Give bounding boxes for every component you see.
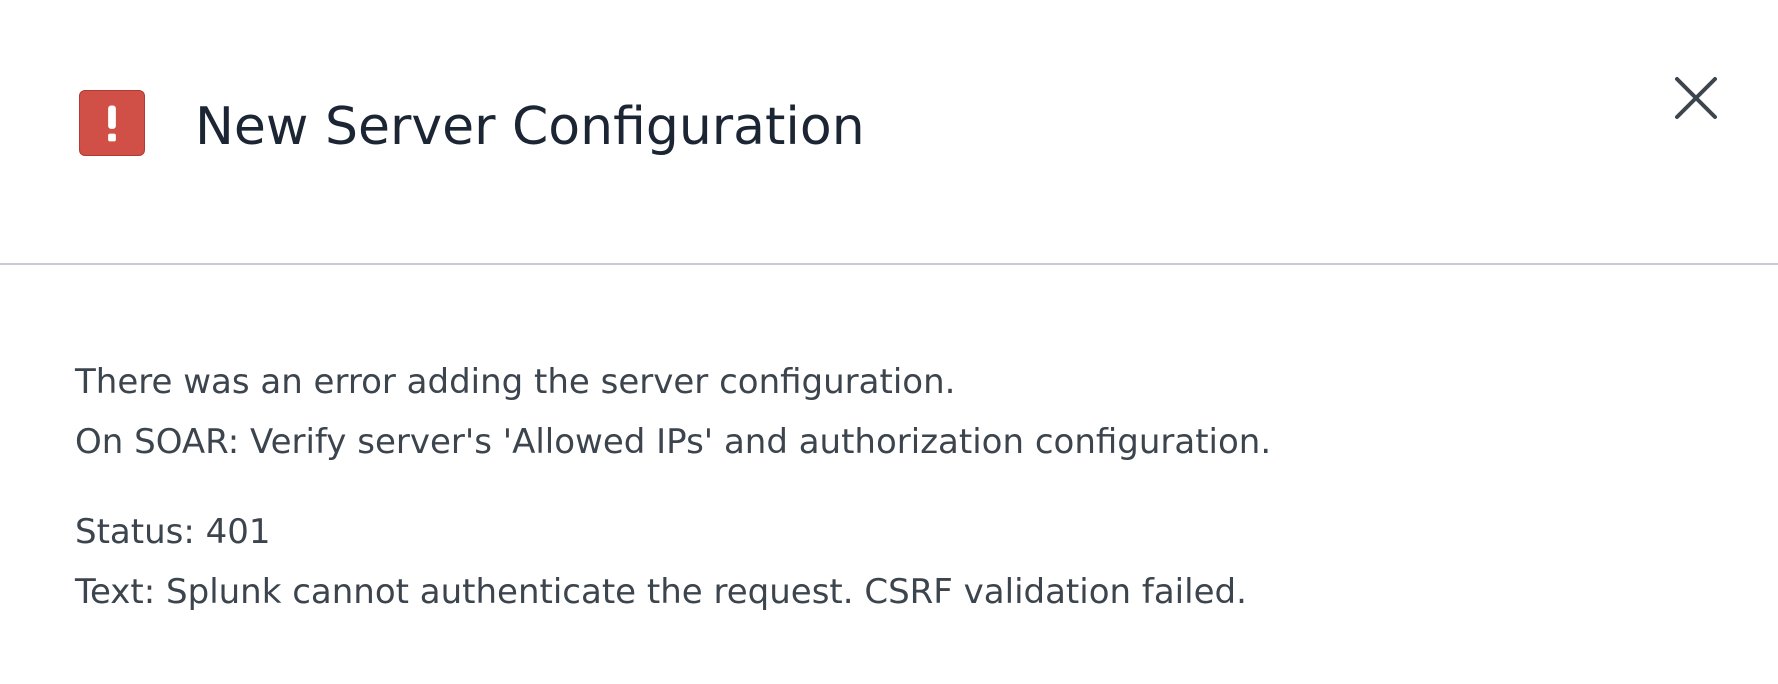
status-code-text: Status: 401 xyxy=(75,512,271,552)
close-icon xyxy=(1675,77,1717,119)
error-details: Status: 401 Text: Splunk cannot authenti… xyxy=(75,502,1738,622)
error-icon xyxy=(79,90,145,156)
dialog-title: New Server Configuration xyxy=(195,97,865,157)
error-hint-line: On SOAR: Verify server's 'Allowed IPs' a… xyxy=(75,422,1272,462)
error-dialog: New Server Configuration There was an er… xyxy=(0,0,1778,684)
error-summary: There was an error adding the server con… xyxy=(75,352,1738,472)
dialog-body: There was an error adding the server con… xyxy=(75,352,1738,622)
error-message-line: There was an error adding the server con… xyxy=(75,362,956,402)
dialog-header: New Server Configuration xyxy=(0,0,1778,265)
status-detail-text: Text: Splunk cannot authenticate the req… xyxy=(75,572,1247,612)
close-button[interactable] xyxy=(1672,74,1720,122)
